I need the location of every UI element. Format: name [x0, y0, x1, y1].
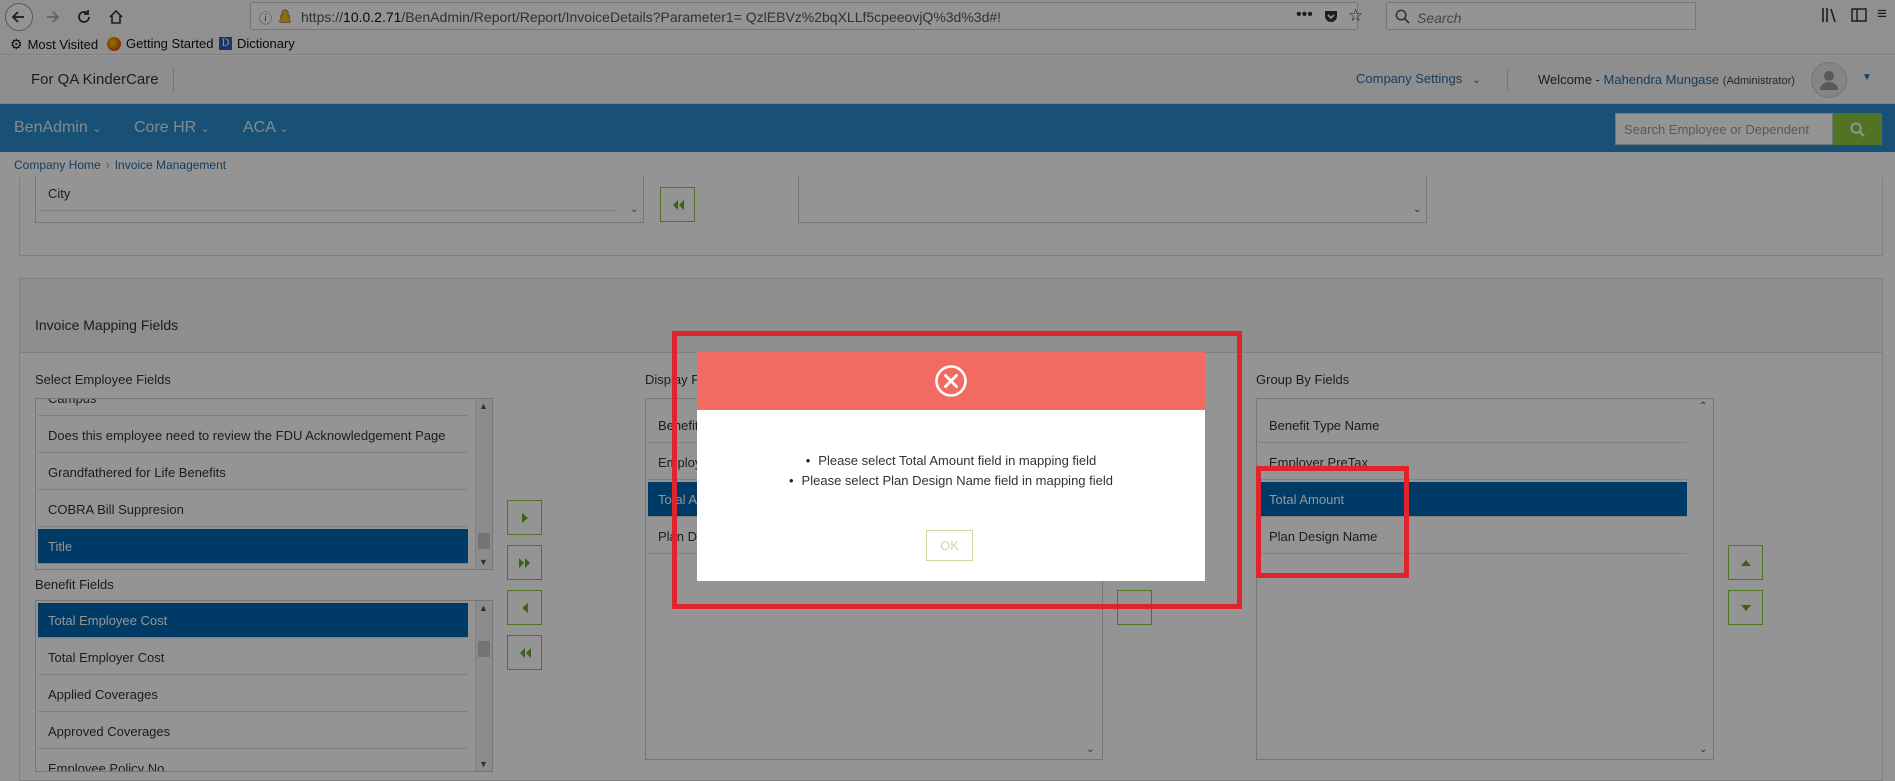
annotation-highlight-group-fields — [1256, 466, 1409, 578]
annotation-highlight-modal — [672, 331, 1242, 609]
